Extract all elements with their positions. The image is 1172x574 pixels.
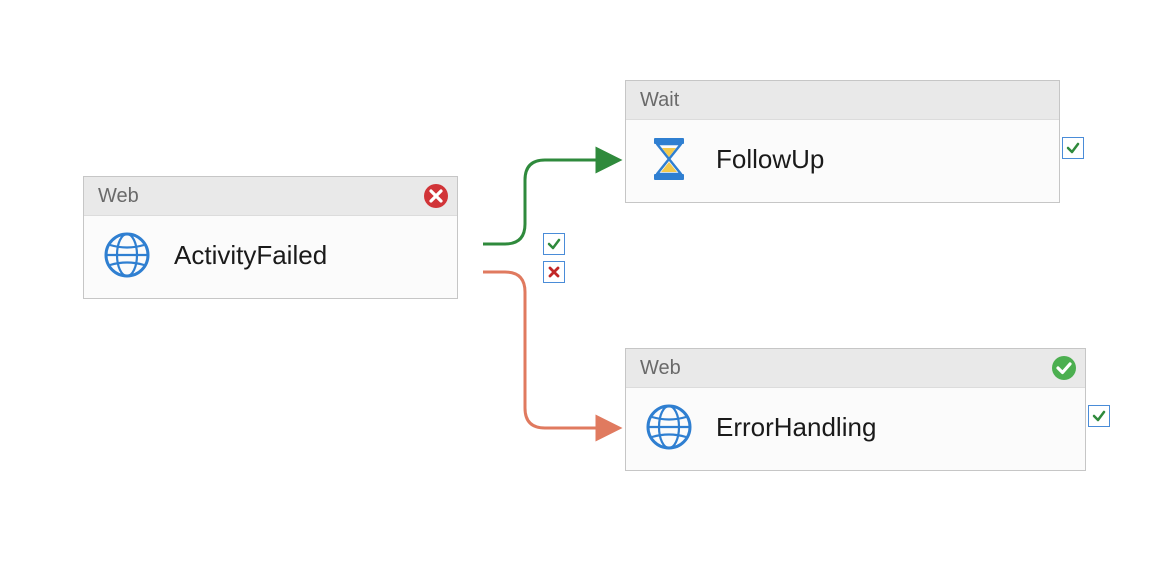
status-success-icon	[1051, 355, 1077, 381]
node-header: Web	[84, 177, 457, 216]
node-activityfailed[interactable]: Web ActivityFailed	[83, 176, 458, 299]
node-type-label: Wait	[640, 89, 679, 112]
port-success[interactable]	[543, 233, 565, 255]
connector-success	[483, 160, 618, 244]
pipeline-canvas[interactable]: Web ActivityFailed	[0, 0, 1172, 574]
node-body: ActivityFailed	[84, 216, 457, 298]
port-failure[interactable]	[543, 261, 565, 283]
node-header: Wait	[626, 81, 1059, 120]
node-body: FollowUp	[626, 120, 1059, 202]
node-title: ActivityFailed	[174, 240, 327, 271]
node-type-label: Web	[640, 357, 681, 380]
hourglass-icon	[644, 134, 694, 184]
node-body: ErrorHandling	[626, 388, 1085, 470]
node-title: FollowUp	[716, 144, 824, 175]
node-type-label: Web	[98, 185, 139, 208]
node-header: Web	[626, 349, 1085, 388]
status-failed-icon	[423, 183, 449, 209]
globe-icon	[102, 230, 152, 280]
port-success[interactable]	[1088, 405, 1110, 427]
node-followup[interactable]: Wait FollowUp	[625, 80, 1060, 203]
port-success[interactable]	[1062, 137, 1084, 159]
globe-icon	[644, 402, 694, 452]
node-errorhandling[interactable]: Web ErrorHandling	[625, 348, 1086, 471]
connector-failure	[483, 272, 618, 428]
node-title: ErrorHandling	[716, 412, 876, 443]
